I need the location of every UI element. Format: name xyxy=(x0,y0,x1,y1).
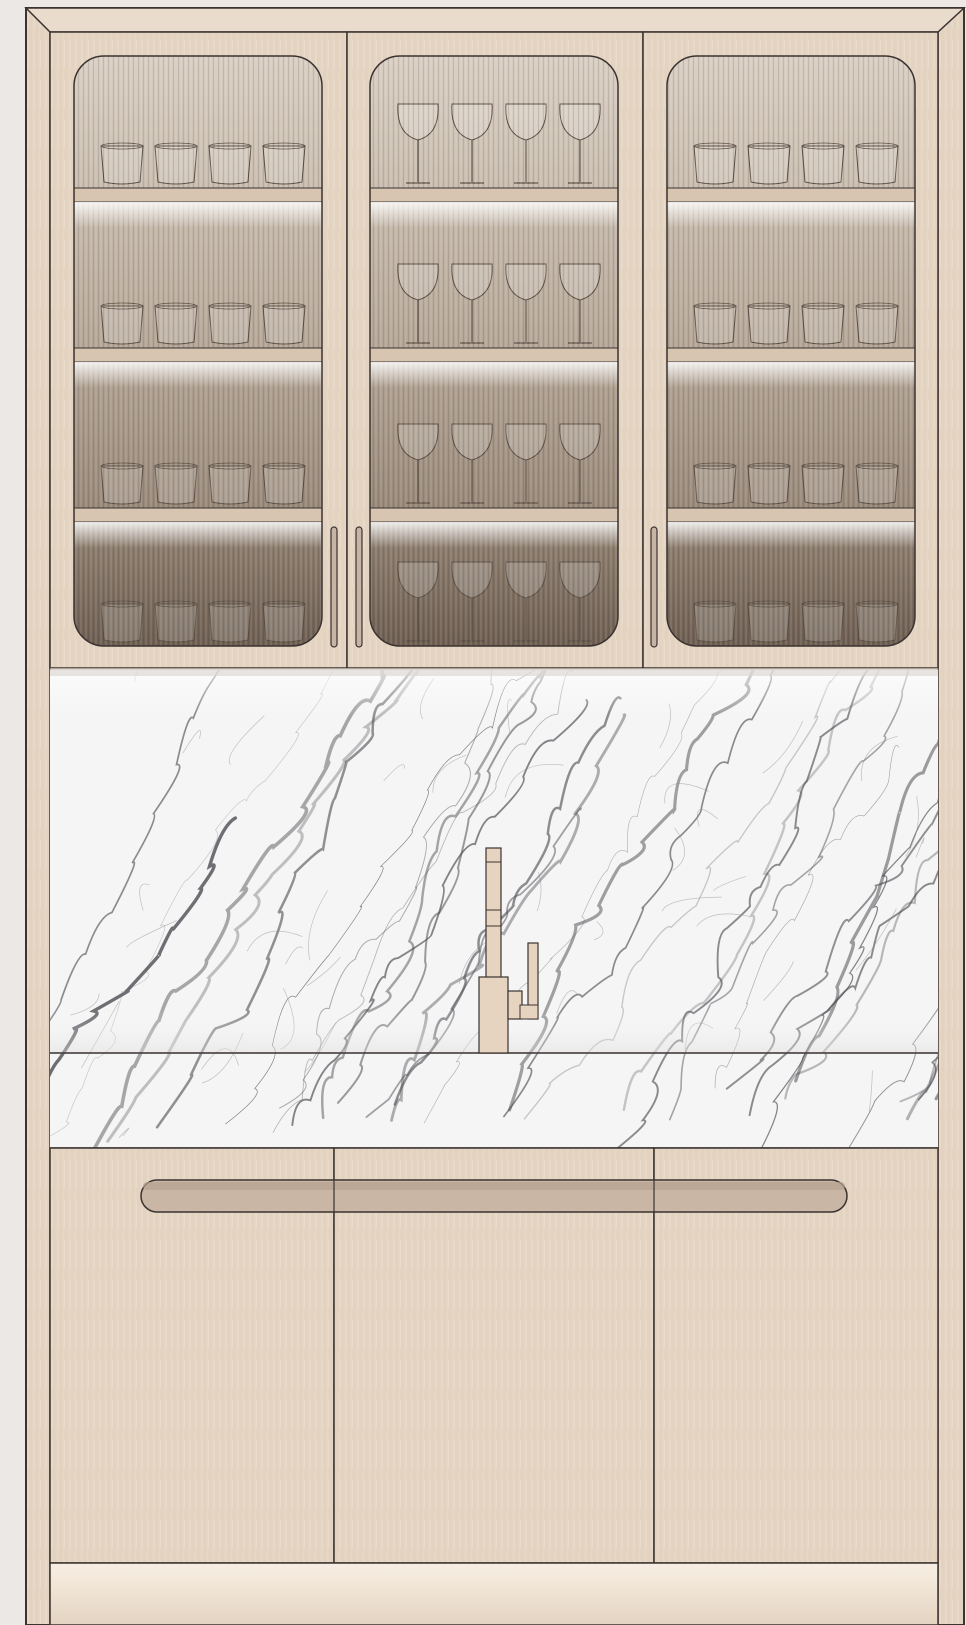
toe-kick-light xyxy=(49,1562,939,1625)
left-glass-door-pane xyxy=(74,56,322,646)
handle-center-door[interactable] xyxy=(355,526,363,648)
handle-right-door[interactable] xyxy=(650,526,658,648)
glass-shelf xyxy=(370,187,618,203)
backsplash-top-shadow xyxy=(50,668,938,676)
crown-bevel xyxy=(24,7,966,33)
handle-left-door[interactable] xyxy=(330,526,338,648)
glass-shelf xyxy=(370,347,618,363)
glass-shelf xyxy=(667,187,915,203)
glass-shelf xyxy=(74,187,322,203)
glass-shelf xyxy=(667,347,915,363)
glass-shelf xyxy=(74,347,322,363)
center-glass-door-pane xyxy=(370,56,618,646)
upper-cabinet xyxy=(49,31,939,669)
bar-cabinet-elevation xyxy=(24,7,966,1625)
glass-shelf xyxy=(74,507,322,523)
glass-shelf xyxy=(370,507,618,523)
right-glass-door-pane xyxy=(667,56,915,646)
lower-cabinet xyxy=(49,1147,939,1625)
glass-shelf xyxy=(667,507,915,523)
